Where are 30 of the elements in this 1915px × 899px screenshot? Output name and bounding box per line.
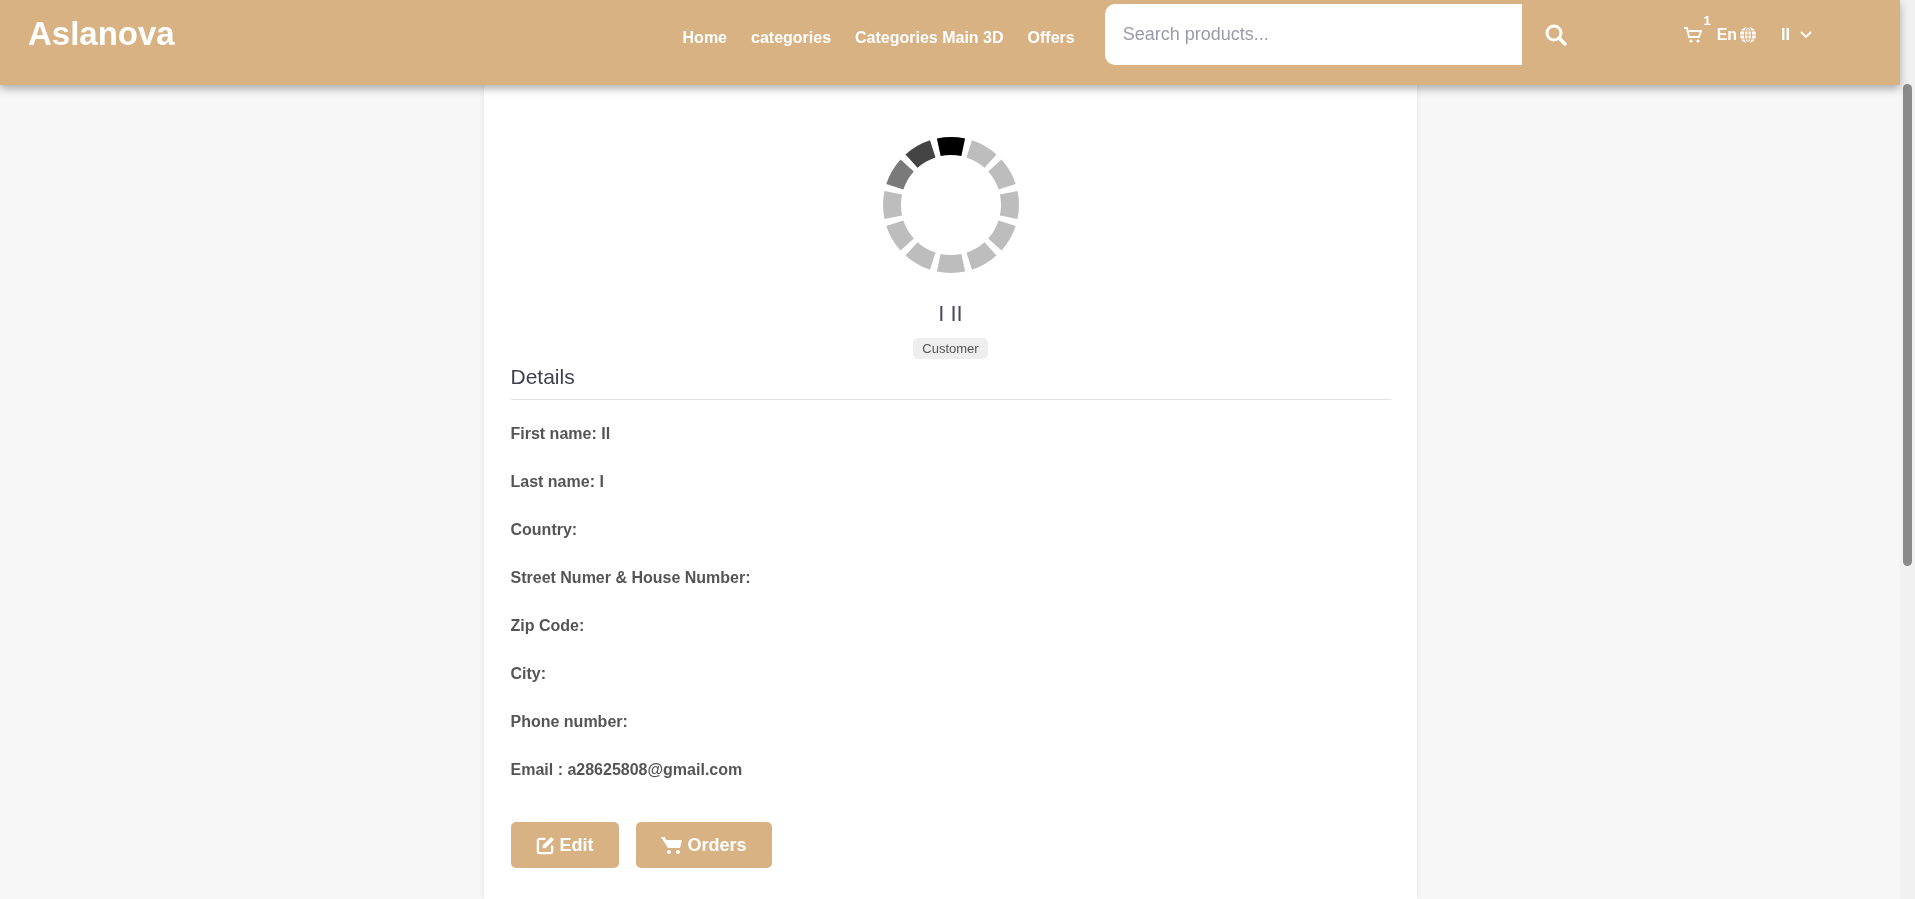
detail-text: Country: [510,520,579,539]
role-tag: Customer [913,338,988,359]
nav-link[interactable]: Categories Main 3D [855,29,1004,47]
cart-icon[interactable] [1682,24,1703,45]
detail-text: Last name: I [510,472,605,491]
detail-text: Street Numer & House Number: [510,568,752,587]
scrollbar[interactable] [1900,0,1915,899]
loading-spinner-icon [880,135,1021,275]
nav-link[interactable]: Home [682,29,727,47]
edit-button[interactable]: Edit [510,822,619,868]
user-menu[interactable]: II [1781,25,1812,44]
detail-text: Phone number: [510,712,629,731]
chevron-down-icon [1800,30,1812,39]
detail-text: First name: II [510,424,612,443]
search-field[interactable]: Search products... [1104,4,1522,65]
detail-text: Email : a28625808@gmail.com [510,760,744,779]
user-name: I II [938,301,963,327]
search-icon[interactable] [1543,22,1568,47]
cart-icon [660,835,683,855]
globe-icon [1739,25,1758,44]
nav-link[interactable]: categories [751,29,832,47]
logo[interactable]: Aslanova [28,14,175,53]
nav-link[interactable]: Offers [1027,29,1075,47]
detail-text: Zip Code: [510,616,586,635]
section-title: Details [510,365,1391,400]
cart-count: 1 [1703,12,1711,28]
orders-button[interactable]: Orders [635,822,772,868]
language-selector[interactable]: En [1716,25,1758,44]
detail-text: City: [510,664,548,683]
edit-icon [535,835,555,855]
